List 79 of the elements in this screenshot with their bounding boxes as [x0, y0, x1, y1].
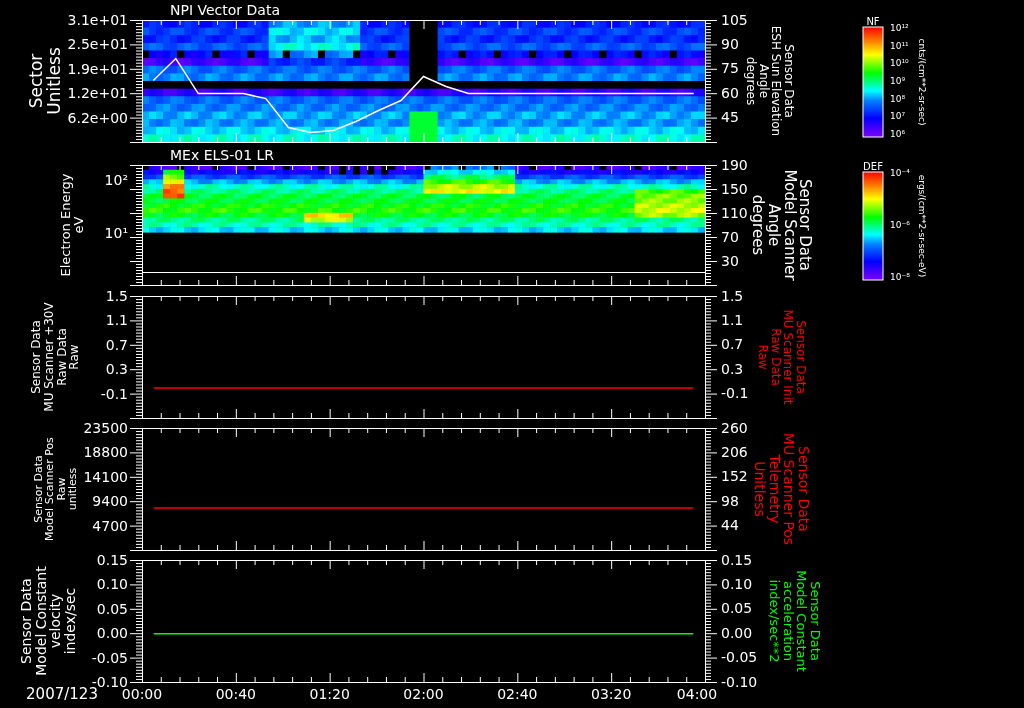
tick-label: 190 — [721, 157, 748, 173]
tick-label: 9400 — [92, 493, 128, 510]
tick-label: 3.1e+01 — [67, 12, 128, 28]
axis-label: Sensor Data MU Scanner Init Raw Data Raw — [755, 309, 808, 405]
tick-label: 0.05 — [96, 600, 128, 617]
tick-label: -0.05 — [91, 649, 128, 666]
tick-label: 44 — [721, 517, 739, 534]
colorbar-title: DEF — [863, 161, 883, 172]
tick-label: 0.15 — [721, 555, 753, 568]
tick-label: 60 — [721, 84, 739, 101]
tick-label: 0.00 — [96, 625, 128, 642]
panel-title: NPI Vector Data — [170, 2, 280, 18]
axis-label: Sensor Data Model Constant velocity index/sec — [17, 566, 78, 676]
tick-label: 6.2e+00 — [67, 109, 128, 126]
tick-label: 18800 — [83, 444, 128, 461]
tick-label: 23500 — [83, 423, 128, 436]
colorbar-tick-label: 10⁷ — [890, 111, 906, 122]
time-label: 02:00 — [403, 686, 444, 702]
colorbar-tick-label: 10¹¹ — [890, 40, 909, 51]
axis-label: Sensor Data MU Scanner +30V Raw Data Raw — [29, 302, 82, 412]
colorbar-tick-label: 10⁶ — [890, 129, 906, 139]
tick-label: 1.1 — [721, 311, 744, 328]
axis-label: Sensor Data MU Scanner Pos Telemetry Unitless — [752, 432, 813, 546]
tick-label: 45 — [721, 109, 739, 126]
tick-label: 0.3 — [721, 360, 744, 377]
tick-label: 0.10 — [721, 575, 753, 592]
tick-label: 0.3 — [105, 361, 128, 378]
tick-label: 2.5e+01 — [67, 36, 128, 53]
colorbar-title: NF — [866, 16, 880, 27]
tick-label: 1.1 — [105, 312, 128, 329]
tick-label: 4700 — [92, 517, 128, 534]
tick-label: 98 — [721, 492, 739, 509]
panel-title: MEx ELS-01 LR — [170, 147, 275, 163]
tick-label: -0.1 — [721, 385, 749, 402]
axis-label: Electron Energy eV — [57, 173, 87, 277]
axis-label: Sensor Data Model Constant acceleration index/sec**2 — [766, 570, 823, 672]
colorbar-tick-label: 10⁻⁸ — [890, 272, 910, 282]
time-label: 04:00 — [676, 686, 718, 702]
tick-label: 1.5 — [105, 290, 128, 304]
tick-label: -0.10 — [721, 673, 758, 690]
tick-label: 1.9e+01 — [67, 60, 128, 77]
time-label: 03:20 — [591, 686, 632, 702]
tick-label: -0.1 — [100, 385, 128, 402]
colorbar-units: ergs/(cm**2-sr-sec-eV) — [917, 174, 927, 278]
tick-label: -0.05 — [721, 649, 758, 666]
axis-label: Sector Unitless — [26, 47, 64, 115]
time-label: 01:20 — [309, 686, 350, 702]
tick-label: 0.7 — [721, 336, 744, 353]
tick-label: 75 — [721, 60, 739, 77]
time-label: 00:40 — [215, 686, 256, 702]
tick-label: 0.05 — [721, 600, 753, 617]
tick-label: 10¹ — [104, 225, 128, 241]
axis-label: Sensor Data ESH Sun Elevation Angle degrees — [743, 25, 796, 137]
axis-label: Sensor Data Model Scanner Angle degrees — [749, 169, 815, 281]
tick-label: 30 — [721, 253, 739, 269]
tick-label: 206 — [721, 443, 748, 460]
tick-label: 14100 — [83, 468, 128, 485]
axis-label: Sensor Data Model Scanner Pos Raw unitless — [31, 437, 80, 541]
colorbar-tick-label: 10⁹ — [890, 76, 906, 86]
tick-label: 0.00 — [721, 624, 753, 641]
tick-label: 0.10 — [96, 576, 128, 593]
tick-label: 150 — [721, 181, 748, 197]
colorbar-units: cnts/(cm**2-sr-sec) — [917, 38, 927, 126]
tick-label: 70 — [721, 229, 739, 245]
tick-label: 90 — [721, 35, 739, 52]
tick-label: 1.2e+01 — [67, 85, 128, 102]
tick-label: 1.5 — [721, 290, 744, 304]
tick-label: 152 — [721, 468, 748, 485]
colorbar-tick-label: 10¹² — [890, 23, 909, 33]
tick-label: 10² — [104, 172, 128, 188]
time-label: 02:40 — [497, 686, 538, 702]
colorbar-tick-label: 10⁻⁶ — [890, 220, 910, 230]
tick-label: 105 — [721, 11, 748, 28]
tick-label: 110 — [721, 205, 748, 221]
colorbar-tick-label: 10⁻⁴ — [890, 168, 910, 178]
colorbar-tick-label: 10⁸ — [890, 93, 906, 104]
tick-label: 0.7 — [105, 336, 128, 353]
tick-label: 0.15 — [96, 555, 128, 568]
colorbar-tick-label: 10¹⁰ — [890, 58, 909, 69]
